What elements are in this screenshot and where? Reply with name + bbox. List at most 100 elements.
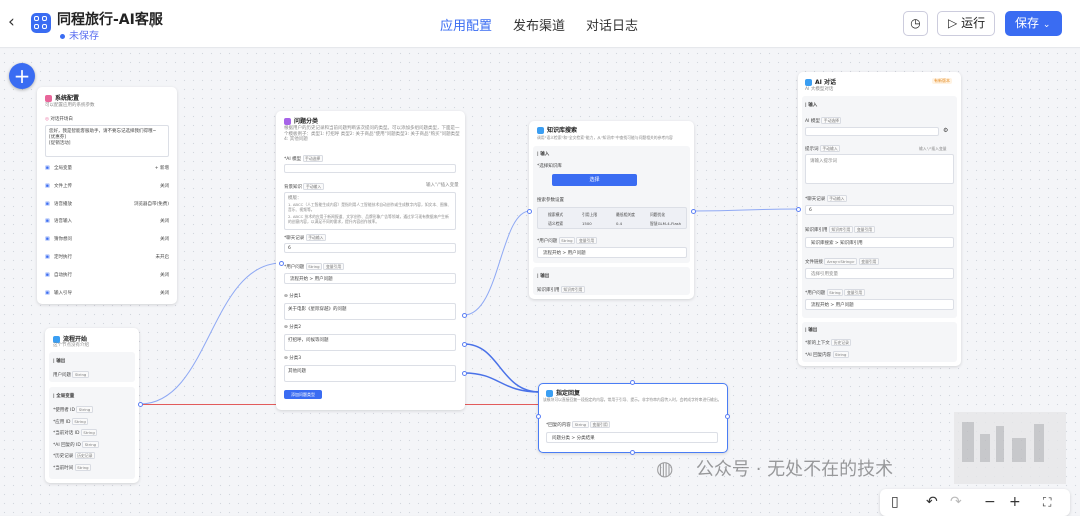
mouse-icon[interactable]: ▯	[891, 494, 899, 510]
handle-start-out[interactable]	[138, 402, 143, 407]
params-table[interactable]: 搜索模式 语义检索 引用上限 1500 最低相关度 0.4 问题优化 智慧GLM-4-Flas…	[537, 207, 687, 229]
node-ai-chat[interactable]: AI 对话 有新版本 AI 大模型对话 | 输入 AI 模型 手动选择 ⚙ 提示…	[798, 72, 961, 366]
welcome-label-text: 对话开场白	[50, 117, 73, 122]
app-title[interactable]: 同程旅行-AI客服	[57, 9, 163, 29]
model-select[interactable]	[284, 164, 456, 173]
chevron-updown-icon[interactable]: ▴ ▾	[150, 11, 155, 31]
tab-logs[interactable]: 对话日志	[586, 15, 638, 34]
node-classify[interactable]: 问题分类 根据用户的历史记录和当前问题判断该次提问的类型。可以添加多组问题类型，…	[276, 111, 465, 410]
watermark: 公众号 · 无处不在的技术	[696, 459, 894, 480]
tab-app-config[interactable]: 应用配置	[440, 15, 492, 34]
history-input[interactable]: 6	[805, 205, 954, 215]
ai-question-select[interactable]: 流程开始 > 用户问题	[805, 299, 954, 310]
content-select[interactable]: 问题分类 > 分类结果	[546, 432, 718, 443]
output-field: *AI 回复内容 String	[805, 351, 849, 358]
save-button[interactable]: 保存 ⌄	[1005, 11, 1062, 36]
redo-icon[interactable]: ↷	[950, 494, 962, 510]
history-button[interactable]: ◷	[903, 11, 928, 36]
zoom-in-button[interactable]: +	[1009, 494, 1021, 510]
model-label: *AI 模型 手动选择	[284, 155, 323, 162]
type-tag: 知识库引用	[560, 286, 585, 293]
mode-tag: 变量引用	[323, 263, 344, 270]
node-title: 流程开始	[53, 334, 87, 343]
handle-cat1-out[interactable]	[462, 313, 467, 318]
select-kb-button[interactable]: 选择	[552, 174, 637, 186]
kb-ref-select[interactable]: 知识库搜索 > 知识库引用	[805, 237, 954, 248]
mode-tag: 变量引用	[589, 421, 611, 428]
category-input[interactable]: 打招呼，问候等问题	[284, 334, 456, 351]
handle-kb-out[interactable]	[691, 209, 696, 214]
setting-label: 全局变量	[54, 166, 72, 171]
handle-kb-in[interactable]	[527, 209, 532, 214]
kb-question-select[interactable]: 流程开始 > 用户问题	[537, 247, 687, 258]
setting-icon: ▣	[45, 165, 50, 171]
handle-cat3-out[interactable]	[462, 371, 467, 376]
setting-icon: ▣	[45, 271, 50, 278]
output-field: *新的上下文 历史记录	[805, 339, 852, 346]
setting-row[interactable]: ▣ 定时执行 未开启	[45, 254, 169, 262]
output-label-text: 输出	[540, 274, 550, 279]
back-icon[interactable]: ‹	[8, 12, 15, 32]
param-value: 语义检索	[548, 221, 564, 226]
welcome-line: [优惠券]	[49, 135, 67, 140]
category-input[interactable]: 关于电影《星际穿越》的问题	[284, 303, 456, 320]
setting-row[interactable]: ▣ 猜你想问 关闭	[45, 236, 169, 244]
handle-reply-out[interactable]	[725, 414, 730, 419]
welcome-textarea[interactable]: 您好，我是智能客服助手，请不要忘记选择我们得哦~ [优惠券] [促销活动]	[45, 125, 169, 157]
setting-row[interactable]: ▣ 全局变量 + 新增	[45, 165, 169, 173]
handle-reply-in[interactable]	[536, 414, 541, 419]
model-select[interactable]	[805, 127, 939, 136]
node-specified-reply[interactable]: 指定回复 该模块可以直接回复一段指定的内容。常用于引导、提示。非字符串内容传入时…	[538, 383, 728, 453]
file-select[interactable]: 选择引用变量	[805, 268, 954, 279]
mode-tag: 手动输入	[305, 234, 326, 241]
kb-label: *选择知识库	[537, 164, 562, 169]
new-version-badge[interactable]: 有新版本	[932, 78, 952, 84]
node-title: 问题分类	[284, 116, 318, 125]
type-tag: String	[558, 237, 576, 244]
type-tag: 历史记录	[831, 339, 852, 346]
handle-ai-in[interactable]	[796, 207, 801, 212]
bg-textarea[interactable]: 模版： 1. ABCC（人工智能生成内容）是指利用人工智能技术自动创作或生成数字…	[284, 192, 456, 230]
setting-row[interactable]: ▣ 文件上传 关闭	[45, 183, 169, 191]
add-category-button[interactable]: 添加问题类型	[284, 390, 322, 399]
category-input[interactable]: 其他问题	[284, 365, 456, 382]
mode-tag: 变量引用	[576, 237, 597, 244]
add-node-button[interactable]: +	[9, 63, 35, 89]
global-var-name: 当前时间	[55, 466, 74, 471]
setting-row[interactable]: ▣ 语音播放 浏览器自带(免费)	[45, 201, 169, 209]
setting-row[interactable]: ▣ 自动执行 关闭	[45, 272, 169, 280]
setting-row[interactable]: ▣ 输入引导 关闭	[45, 290, 169, 298]
mode-tag: 变量引用	[844, 289, 865, 296]
node-flow-start[interactable]: 流程开始 这个节点没有介绍 | 输出 用户问题 String | 全局变量 *使…	[45, 328, 139, 483]
undo-icon[interactable]: ↶	[926, 494, 938, 510]
tab-publish[interactable]: 发布渠道	[513, 15, 565, 34]
bg-line: 2. ABCC 技术的应用于新闻报道、文学创作、品牌形象广告等领域，通过学习现有…	[288, 214, 449, 224]
handle-classify-in[interactable]	[279, 261, 284, 266]
history-input[interactable]: 6	[284, 243, 456, 253]
fit-view-icon[interactable]: ⛶	[1043, 495, 1051, 510]
wechat-icon: ◍	[656, 456, 674, 480]
classify-icon	[284, 118, 291, 125]
handle-cat2-out[interactable]	[462, 342, 467, 347]
setting-value: 关闭	[160, 272, 169, 278]
gear-icon[interactable]: ⚙	[943, 128, 948, 134]
file-label-text: 文件链接	[805, 260, 823, 265]
output-label: | 输出	[53, 359, 66, 364]
bg-line: 模版：	[288, 196, 302, 201]
global-var-name: 应用 ID	[55, 419, 71, 425]
prompt-textarea[interactable]: 请输入提示词	[805, 154, 954, 184]
kb-label-text: 知识库引用	[805, 228, 828, 233]
node-system-config[interactable]: 系统配置 可以配置应用的系统参数 ◎ 对话开场白 您好，我是智能客服助手，请不要…	[37, 87, 177, 304]
handle-reply-top[interactable]	[630, 380, 635, 385]
setting-label: 猜你想问	[54, 237, 72, 243]
bg-label: 背景知识 手动输入	[284, 183, 324, 190]
zoom-out-button[interactable]: −	[984, 494, 996, 510]
reply-icon	[546, 390, 553, 397]
setting-row[interactable]: ▣ 语音输入 关闭	[45, 218, 169, 226]
setting-value: 关闭	[160, 219, 169, 225]
node-knowledge-search[interactable]: 知识库搜索 调用"语义检索"和"全文检索"能力，从"知识库"中查找可能与问题相关…	[529, 121, 694, 299]
run-button[interactable]: ▷ 运行	[937, 11, 995, 36]
run-label: 运行	[961, 16, 986, 30]
handle-reply-bottom[interactable]	[630, 450, 635, 455]
question-select[interactable]: 流程开始 > 用户问题	[284, 273, 456, 284]
